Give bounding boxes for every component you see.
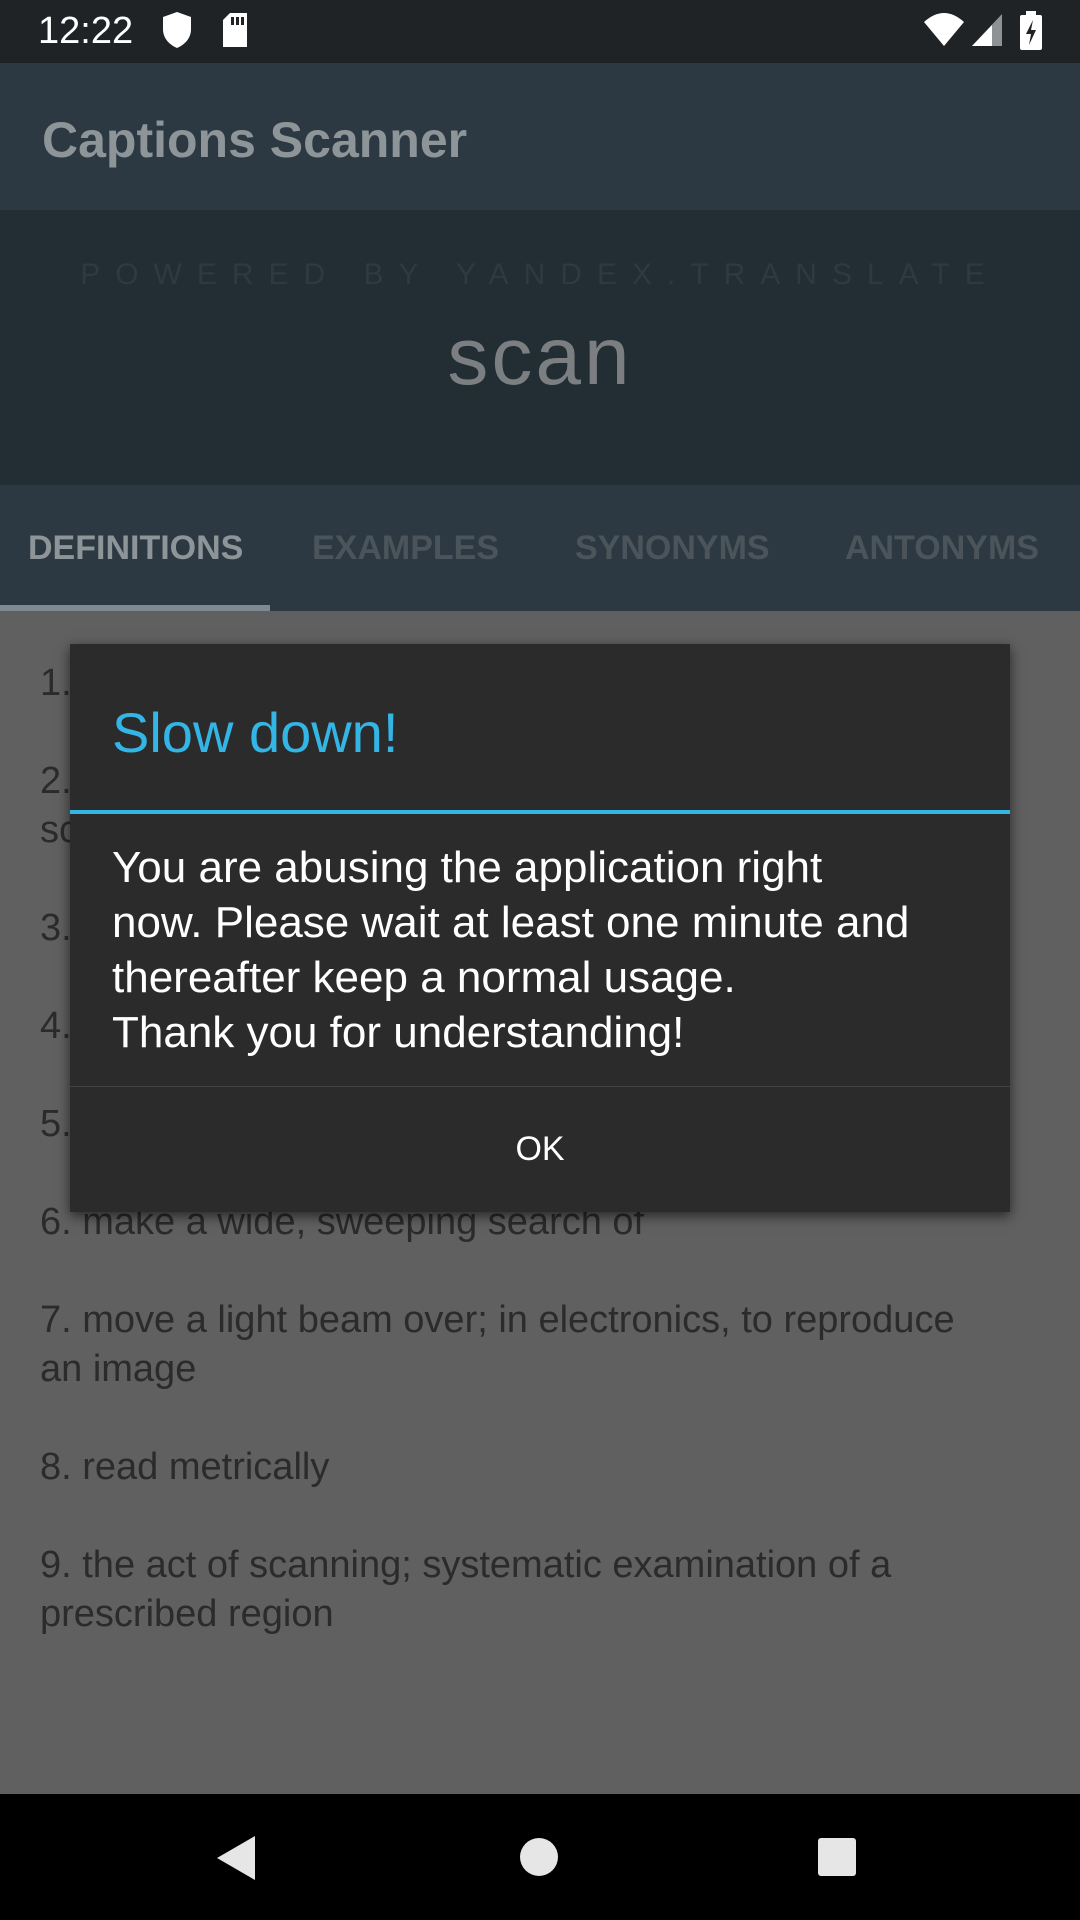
dialog-message-line: now. Please wait at least one minute and	[112, 898, 910, 947]
tab-bar: DEFINITIONS EXAMPLES SYNONYMS ANTONYMS	[0, 485, 1080, 611]
navigation-bar	[0, 1794, 1080, 1920]
dialog-message-line: You are abusing the application right	[112, 843, 823, 892]
app-title: Captions Scanner	[42, 112, 468, 168]
list-item: 9. the act of scanning; systematic exami…	[40, 1544, 892, 1635]
signal-icon	[970, 10, 1004, 55]
app-bar: Captions Scanner	[0, 63, 1080, 210]
slow-down-dialog: Slow down! You are abusing the applicati…	[70, 644, 1010, 1212]
tab-antonyms[interactable]: ANTONYMS	[845, 529, 1039, 568]
status-bar: 12:22	[0, 0, 1080, 63]
tab-examples[interactable]: EXAMPLES	[312, 529, 499, 568]
wifi-icon	[922, 10, 966, 55]
dialog-message-line: Thank you for understanding!	[112, 1008, 685, 1057]
back-icon[interactable]	[215, 1834, 259, 1887]
scanned-word: scan	[447, 311, 633, 402]
list-item: 8. read metrically	[40, 1446, 330, 1488]
ok-button[interactable]: OK	[70, 1087, 1010, 1212]
dialog-message-line: thereafter keep a normal usage.	[112, 953, 736, 1002]
word-header: POWERED BY YANDEX.TRANSLATE scan	[0, 210, 1080, 485]
shield-icon	[160, 10, 194, 55]
recents-icon[interactable]	[817, 1837, 857, 1882]
dialog-message: You are abusing the application right no…	[112, 840, 982, 1060]
dialog-title-divider	[70, 810, 1010, 814]
home-icon[interactable]	[518, 1836, 560, 1883]
dialog-title: Slow down!	[112, 701, 399, 764]
battery-charging-icon	[1018, 10, 1044, 57]
status-time: 12:22	[38, 10, 134, 52]
list-item: 7. move a light beam over; in electronic…	[40, 1299, 955, 1390]
powered-by-label: POWERED BY YANDEX.TRANSLATE	[80, 258, 1000, 291]
tab-synonyms[interactable]: SYNONYMS	[575, 529, 770, 568]
tab-definitions[interactable]: DEFINITIONS	[28, 529, 243, 568]
sd-card-icon	[220, 10, 250, 55]
